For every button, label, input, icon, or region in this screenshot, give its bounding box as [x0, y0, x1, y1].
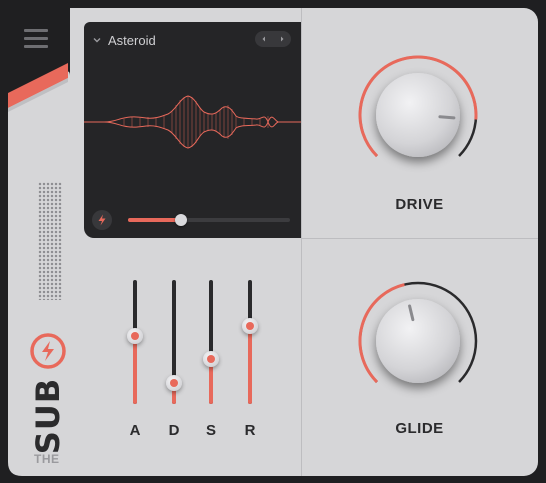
preset-prev-button[interactable] — [255, 31, 273, 47]
glide-knob-graphic — [358, 281, 478, 384]
preset-nav — [255, 31, 291, 47]
envelope-section: ADSR — [70, 239, 301, 476]
glide-knob[interactable] — [353, 276, 483, 406]
bolt-logo-icon — [29, 332, 67, 375]
synth-plugin: SUB THE Asteroid A D S R DRIVE GLIDE — [0, 0, 546, 483]
fader-a[interactable] — [124, 280, 146, 404]
fader-label-r: R — [244, 422, 256, 439]
glide-knob-body[interactable] — [376, 299, 460, 383]
mix-slider-thumb[interactable] — [175, 214, 188, 226]
preset-next-button[interactable] — [273, 31, 291, 47]
fader-thumb[interactable] — [127, 327, 143, 344]
left-rail: SUB THE — [0, 0, 70, 483]
fader-fill — [248, 325, 252, 404]
brand-name: SUB — [29, 377, 67, 455]
waveform-display: Asteroid — [84, 22, 301, 238]
fader-thumb[interactable] — [166, 374, 182, 391]
speaker-grille — [38, 182, 62, 300]
mode-toggle-button[interactable] — [92, 210, 112, 230]
fader-label-s: S — [205, 422, 216, 439]
fader-r[interactable] — [239, 280, 261, 404]
horizontal-divider — [301, 238, 538, 239]
glide-label: GLIDE — [395, 420, 444, 437]
preset-selector[interactable]: Asteroid — [92, 32, 156, 48]
chevron-right-icon — [281, 36, 284, 42]
fader-thumb[interactable] — [203, 351, 219, 368]
bolt-icon — [98, 214, 106, 226]
brand-panel: SUB THE — [8, 0, 70, 483]
fader-thumb[interactable] — [242, 317, 258, 334]
preset-name: Asteroid — [108, 32, 156, 48]
fader-label-a: A — [129, 422, 141, 439]
fader-d[interactable] — [163, 280, 185, 404]
chevron-left-icon — [262, 36, 265, 42]
waveform — [84, 95, 301, 149]
drive-knob-body[interactable] — [376, 73, 460, 157]
drive-knob-indicator — [438, 115, 456, 120]
main-panel: Asteroid A D S R DRIVE GLIDE — [70, 8, 538, 476]
drive-label: DRIVE — [395, 196, 444, 213]
chevron-down-icon — [93, 38, 101, 43]
fader-s[interactable] — [200, 280, 222, 404]
drive-knob-graphic — [358, 55, 478, 158]
vertical-divider — [301, 8, 302, 476]
drive-knob[interactable] — [353, 50, 483, 180]
fader-fill — [133, 335, 137, 404]
fader-label-d: D — [168, 422, 180, 439]
mix-slider[interactable] — [128, 213, 290, 227]
mix-slider-fill — [128, 218, 182, 222]
brand-prefix: THE — [34, 452, 60, 466]
